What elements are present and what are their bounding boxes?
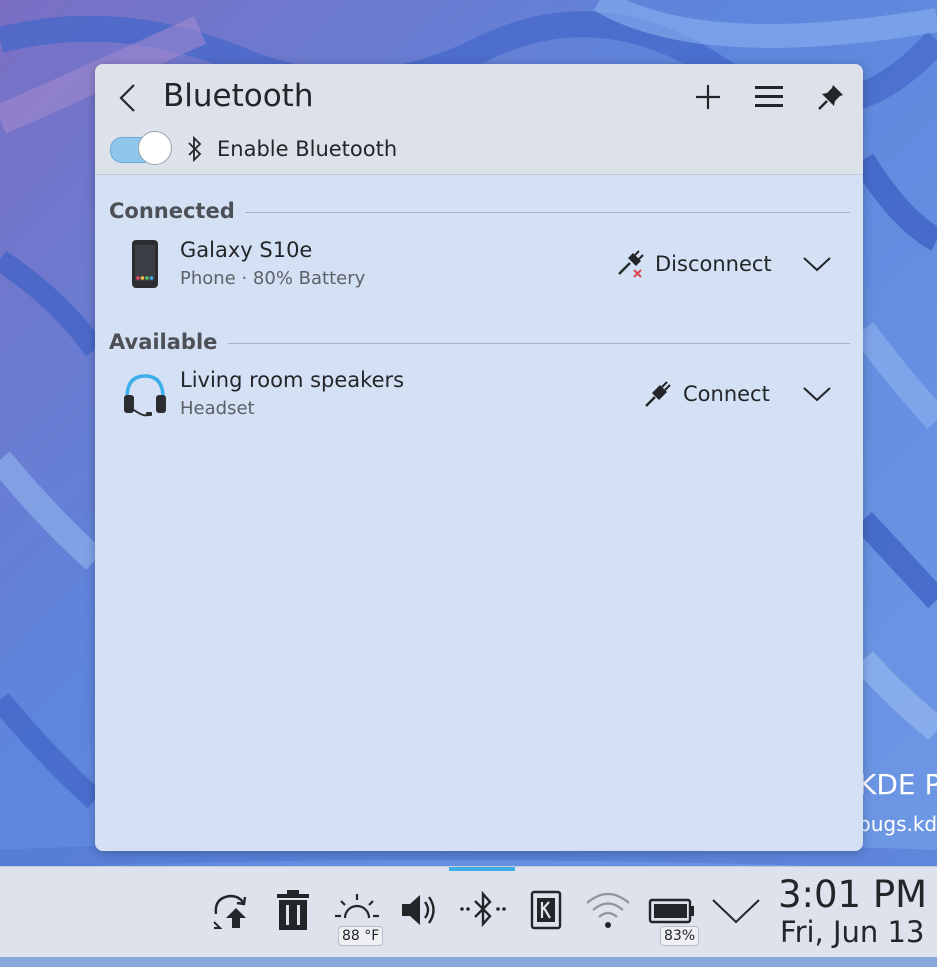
kde-connect-tray-button[interactable] xyxy=(527,887,565,933)
add-device-button[interactable] xyxy=(691,80,725,114)
expand-device-button[interactable] xyxy=(801,380,833,408)
plus-icon xyxy=(696,85,720,109)
volume-tray-button[interactable] xyxy=(397,887,441,933)
headset-icon xyxy=(124,374,166,417)
connect-plug-icon xyxy=(643,379,673,409)
pin-icon xyxy=(818,85,843,110)
back-button[interactable] xyxy=(115,82,141,114)
phone-icon xyxy=(132,240,158,288)
chevron-down-icon xyxy=(803,387,831,402)
connect-label: Connect xyxy=(683,382,770,406)
weather-temperature-badge: 88 °F xyxy=(338,926,384,946)
popup-title: Bluetooth xyxy=(163,78,314,114)
disconnect-label: Disconnect xyxy=(655,252,772,276)
pin-button[interactable] xyxy=(814,80,848,114)
chevron-down-icon xyxy=(712,899,760,924)
section-divider xyxy=(228,343,850,344)
battery-icon xyxy=(648,898,694,924)
device-row-galaxy-s10e[interactable]: Galaxy S10e Phone · 80% Battery Disconne… xyxy=(95,236,863,300)
toggle-knob xyxy=(138,131,172,165)
bluetooth-icon xyxy=(188,136,202,162)
device-name: Galaxy S10e xyxy=(180,238,313,262)
disconnect-plug-icon xyxy=(615,249,645,279)
trash-tray-button[interactable] xyxy=(273,887,313,933)
device-row-living-room-speakers[interactable]: Living room speakers Headset Connect xyxy=(95,366,863,430)
device-name: Living room speakers xyxy=(180,368,405,392)
section-connected-heading: Connected xyxy=(109,199,235,223)
wifi-tray-button[interactable] xyxy=(583,887,633,933)
wifi-icon xyxy=(586,892,630,928)
disconnect-button[interactable]: Disconnect xyxy=(615,246,772,282)
taskbar: 88 °F 83% 3:01 PM Fri, Jun 13 xyxy=(0,866,937,958)
desktop-text-line1: KDE P xyxy=(858,768,937,801)
bluetooth-toggle[interactable] xyxy=(110,131,174,165)
bluetooth-tray-button[interactable] xyxy=(455,887,511,933)
clock-date[interactable]: Fri, Jun 13 xyxy=(780,915,924,949)
connect-button[interactable]: Connect xyxy=(643,376,770,412)
expand-device-button[interactable] xyxy=(801,250,833,278)
desktop-text-line2: bugs.kd xyxy=(858,812,937,836)
trash-icon xyxy=(277,890,309,930)
section-available-heading: Available xyxy=(109,330,218,354)
battery-percent-badge: 83% xyxy=(660,926,700,946)
enable-bluetooth-label: Enable Bluetooth xyxy=(217,137,398,161)
section-divider xyxy=(245,212,850,213)
chevron-left-icon xyxy=(119,84,135,112)
popup-header: Bluetooth Enable Bluetooth xyxy=(95,64,863,175)
device-subtitle: Phone · 80% Battery xyxy=(180,268,366,289)
bluetooth-icon xyxy=(460,890,506,928)
kde-connect-icon xyxy=(530,890,562,930)
clock-time[interactable]: 3:01 PM xyxy=(778,873,927,916)
updates-icon xyxy=(213,894,247,929)
device-subtitle: Headset xyxy=(180,398,255,419)
volume-icon xyxy=(402,895,435,925)
taskbar-bottom-edge xyxy=(0,957,937,967)
menu-button[interactable] xyxy=(752,80,786,114)
chevron-down-icon xyxy=(803,257,831,272)
expand-tray-button[interactable] xyxy=(710,887,762,933)
updates-tray-button[interactable] xyxy=(207,887,253,933)
active-tray-indicator xyxy=(449,867,515,871)
hamburger-menu-icon xyxy=(755,86,783,107)
bluetooth-popup: Bluetooth Enable Bluetooth Connected Gal… xyxy=(95,64,863,851)
